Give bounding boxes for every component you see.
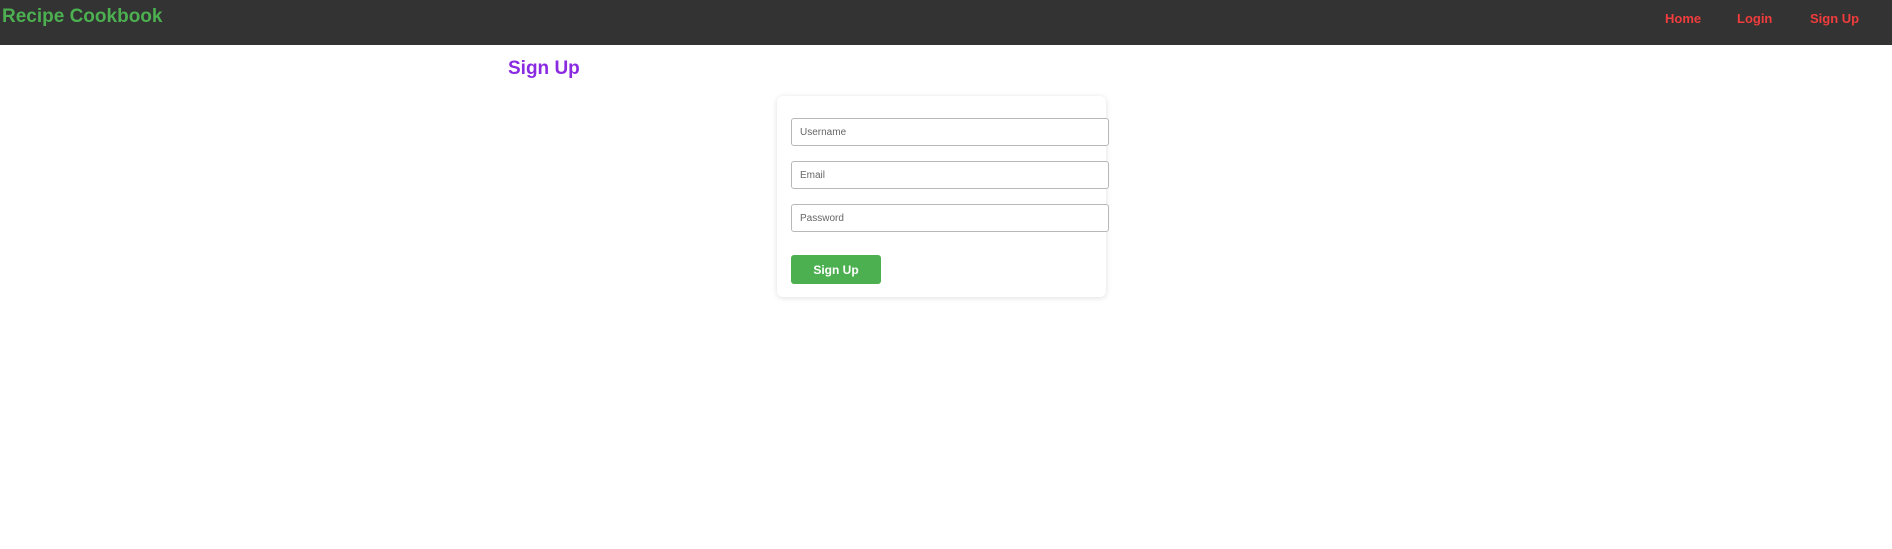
signup-form-card: Sign Up: [777, 96, 1109, 297]
brand-logo-link[interactable]: Recipe Cookbook: [2, 6, 162, 28]
username-field[interactable]: [791, 118, 1109, 146]
password-field[interactable]: [791, 204, 1109, 232]
page-title: Sign Up: [508, 58, 580, 79]
nav-link-login[interactable]: Login: [1737, 11, 1772, 27]
top-navbar: Recipe Cookbook Home Login Sign Up: [0, 0, 1892, 45]
nav-link-signup[interactable]: Sign Up: [1810, 11, 1859, 27]
nav-link-home[interactable]: Home: [1665, 11, 1701, 27]
email-field[interactable]: [791, 161, 1109, 189]
signup-submit-button[interactable]: Sign Up: [791, 255, 881, 284]
